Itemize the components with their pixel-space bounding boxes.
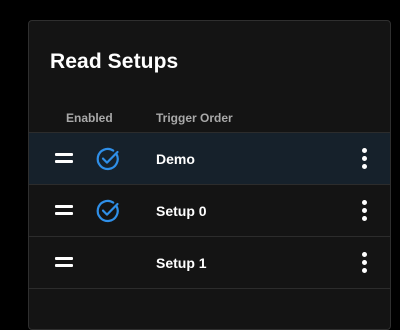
setup-name: Demo — [156, 151, 195, 167]
setup-name: Setup 0 — [156, 203, 207, 219]
more-vertical-icon[interactable] — [353, 250, 377, 276]
more-vertical-icon[interactable] — [353, 198, 377, 224]
setup-row-setup-1[interactable]: Setup 1 — [29, 236, 390, 288]
setup-row-setup-0[interactable]: Setup 0 — [29, 184, 390, 236]
drag-handle-icon[interactable] — [55, 153, 73, 163]
setup-name: Setup 1 — [156, 255, 207, 271]
setup-row-demo[interactable]: Demo — [29, 132, 390, 184]
more-vertical-icon[interactable] — [353, 146, 377, 172]
read-setups-panel: Read Setups Enabled Trigger Order Demo S… — [28, 20, 391, 330]
check-circle-icon[interactable] — [95, 146, 121, 172]
drag-handle-icon[interactable] — [55, 257, 73, 267]
panel-title: Read Setups — [50, 50, 179, 73]
column-header-trigger-order: Trigger Order — [156, 111, 233, 125]
drag-handle-icon[interactable] — [55, 205, 73, 215]
column-header-enabled: Enabled — [66, 111, 113, 125]
setup-row-empty — [29, 288, 390, 329]
check-circle-icon[interactable] — [95, 198, 121, 224]
